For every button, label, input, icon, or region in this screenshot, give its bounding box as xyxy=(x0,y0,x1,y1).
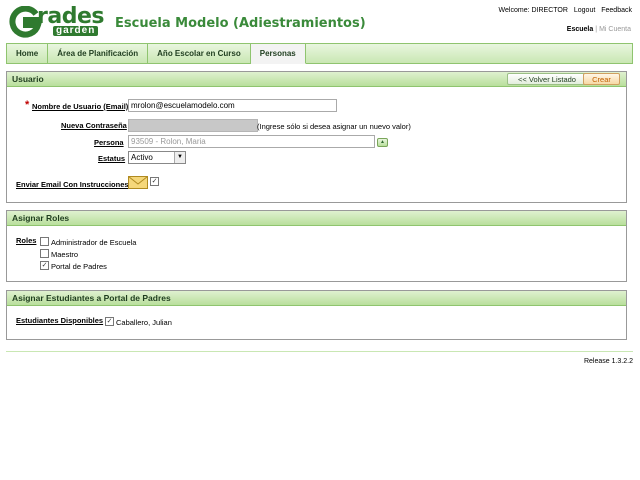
persona-input[interactable]: 93509 - Rolon, Maria xyxy=(128,135,375,148)
link-separator: | xyxy=(595,26,598,33)
roles-label: Roles xyxy=(16,236,37,245)
persona-label: Persona xyxy=(94,138,124,147)
email-instructions-label: Enviar Email Con Instrucciones xyxy=(16,180,129,189)
status-selected-value: Activo xyxy=(131,153,153,162)
username-input[interactable]: mrolon@escuelamodelo.com xyxy=(128,99,337,112)
school-links: Escuela | Mi Cuenta xyxy=(567,26,631,33)
password-hint: (Ingrese sólo si desea asignar un nuevo … xyxy=(257,122,411,131)
password-input[interactable] xyxy=(128,119,258,132)
usuario-section-header: Usuario << Volver Listado Crear xyxy=(7,72,626,87)
role-maestro-label: Maestro xyxy=(51,250,79,259)
password-label: Nueva Contraseña xyxy=(61,121,127,130)
nav-ano-escolar[interactable]: Año Escolar en Curso xyxy=(148,44,251,63)
roles-section: Asignar Roles Roles Administrador de Esc… xyxy=(6,210,627,282)
create-button[interactable]: Crear xyxy=(583,73,620,85)
required-marker: * xyxy=(25,99,30,111)
welcome-text: Welcome: DIRECTOR xyxy=(498,7,568,14)
usuario-section-title: Usuario xyxy=(12,74,44,84)
role-maestro-checkbox[interactable] xyxy=(40,249,49,258)
role-admin-label: Administrador de Escuela xyxy=(51,238,137,247)
usuario-section: Usuario << Volver Listado Crear * Nombre… xyxy=(6,71,627,203)
logout-link[interactable]: Logout xyxy=(574,7,595,14)
nav-home[interactable]: Home xyxy=(7,44,49,63)
envelope-icon xyxy=(128,176,148,189)
back-to-list-button[interactable]: << Volver Listado xyxy=(507,73,587,85)
footer-divider xyxy=(6,351,633,352)
email-instructions-checkbox[interactable]: ✓ xyxy=(150,177,159,186)
school-title: Escuela Modelo (Adiestramientos) xyxy=(115,16,366,31)
main-nav: Home Área de Planificación Año Escolar e… xyxy=(6,43,633,64)
status-label: Estatus xyxy=(98,154,126,163)
students-section-title: Asignar Estudiantes a Portal de Padres xyxy=(12,293,171,303)
roles-section-header: Asignar Roles xyxy=(7,211,626,226)
persona-expand-button[interactable]: ▲ xyxy=(377,138,388,147)
top-links: Welcome: DIRECTOR Logout Feedback xyxy=(495,7,632,14)
student-caballero-checkbox[interactable]: ✓ xyxy=(105,317,114,326)
students-section-header: Asignar Estudiantes a Portal de Padres xyxy=(7,291,626,306)
status-select[interactable]: Activo ▼ xyxy=(128,151,186,164)
role-admin-checkbox[interactable] xyxy=(40,237,49,246)
student-caballero-label: Caballero, Julian xyxy=(116,318,172,327)
available-students-label: Estudiantes Disponibles xyxy=(16,316,104,325)
escuela-link[interactable]: Escuela xyxy=(567,26,593,33)
username-label: Nombre de Usuario (Email) xyxy=(32,102,129,111)
roles-section-title: Asignar Roles xyxy=(12,213,70,223)
role-portal-padres-checkbox[interactable]: ✓ xyxy=(40,261,49,270)
students-section: Asignar Estudiantes a Portal de Padres E… xyxy=(6,290,627,340)
release-version: Release 1.3.2.2 xyxy=(583,358,633,365)
role-portal-padres-label: Portal de Padres xyxy=(51,262,107,271)
nav-area-planificacion[interactable]: Área de Planificación xyxy=(48,44,149,63)
chevron-down-icon: ▼ xyxy=(174,152,185,163)
mi-cuenta-link[interactable]: Mi Cuenta xyxy=(599,26,631,33)
logo-sub-text: garden xyxy=(53,26,99,36)
feedback-link[interactable]: Feedback xyxy=(601,7,632,14)
nav-personas[interactable]: Personas xyxy=(250,44,306,64)
grades-garden-logo: rades garden xyxy=(8,6,104,38)
